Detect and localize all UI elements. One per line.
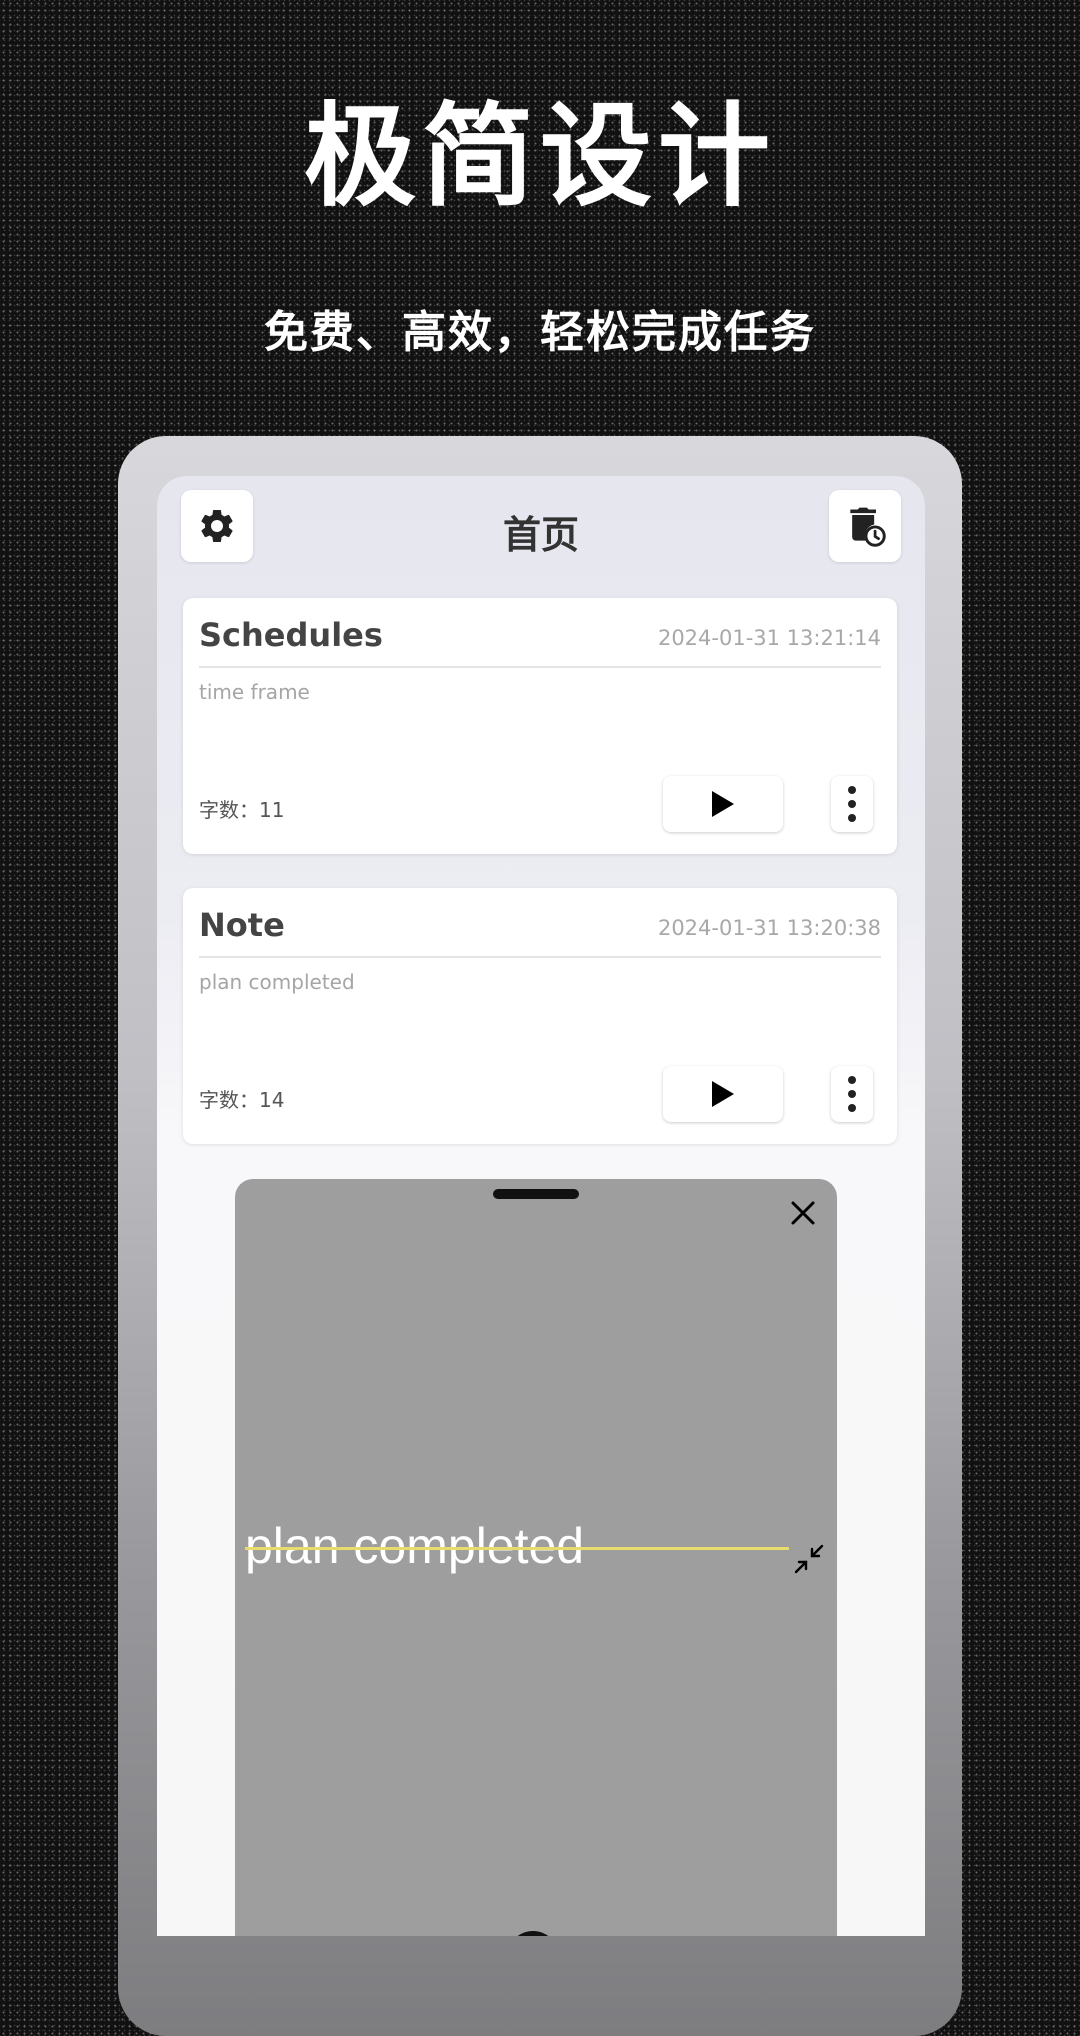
minimize-arrows-icon xyxy=(794,1544,824,1574)
app-screen: 首页 Schedules 2024-01-31 13:21:14 time fr… xyxy=(157,476,925,1936)
note-card[interactable]: Note 2024-01-31 13:20:38 plan completed … xyxy=(183,888,897,1144)
card-timestamp: 2024-01-31 13:21:14 xyxy=(657,626,881,650)
card-body: plan completed xyxy=(199,970,355,994)
play-button[interactable] xyxy=(663,1066,783,1122)
more-vertical-icon xyxy=(848,1076,856,1112)
more-vertical-icon xyxy=(848,786,856,822)
hero-title: 极简设计 xyxy=(304,91,776,222)
more-options-button[interactable] xyxy=(831,776,873,832)
trash-clock-icon xyxy=(850,507,886,547)
close-button[interactable] xyxy=(783,1193,823,1233)
word-count: 字数：14 xyxy=(199,1088,285,1112)
strike-line xyxy=(245,1547,789,1550)
card-timestamp: 2024-01-31 13:20:38 xyxy=(657,916,881,940)
play-icon xyxy=(712,791,734,817)
more-options-button[interactable] xyxy=(831,1066,873,1122)
record-button[interactable] xyxy=(507,1931,559,1936)
note-card[interactable]: Schedules 2024-01-31 13:21:14 time frame… xyxy=(183,598,897,854)
reader-overlay: plan completed xyxy=(235,1179,837,1936)
page-title: 首页 xyxy=(502,513,579,557)
overlay-text: plan completed xyxy=(245,1518,585,1574)
card-body: time frame xyxy=(199,680,310,704)
card-title: Schedules xyxy=(199,616,383,654)
play-button[interactable] xyxy=(663,776,783,832)
card-title: Note xyxy=(199,906,285,944)
minimize-button[interactable] xyxy=(787,1537,831,1581)
drag-handle[interactable] xyxy=(493,1189,579,1199)
close-icon xyxy=(791,1201,815,1225)
card-divider xyxy=(199,666,881,668)
hero-subtitle: 免费、高效，轻松完成任务 xyxy=(264,307,816,358)
play-icon xyxy=(712,1081,734,1107)
history-button[interactable] xyxy=(829,490,901,562)
card-divider xyxy=(199,956,881,958)
word-count: 字数：11 xyxy=(199,798,285,822)
